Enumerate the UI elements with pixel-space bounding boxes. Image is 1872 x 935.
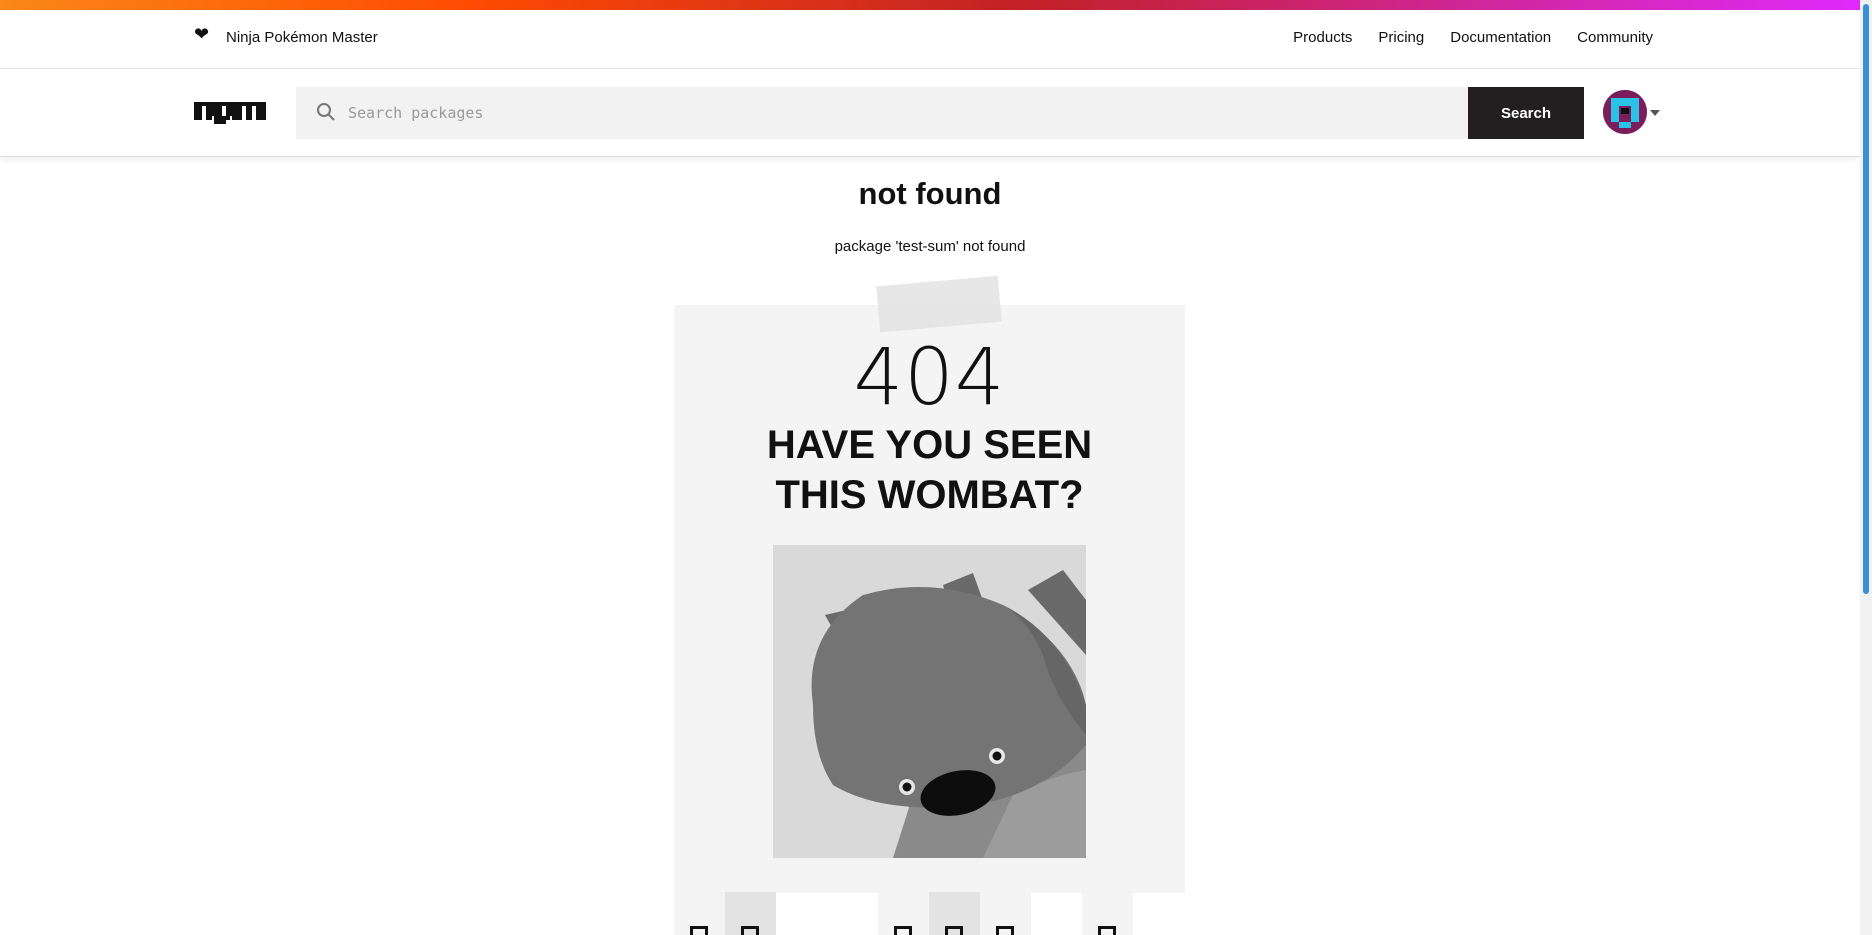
top-nav: Products Pricing Documentation Community bbox=[1293, 29, 1653, 46]
top-bar: ❤ Ninja Pokémon Master Products Pricing … bbox=[0, 10, 1860, 69]
nav-documentation-link[interactable]: Documentation bbox=[1450, 29, 1551, 46]
chevron-down-icon[interactable] bbox=[1650, 110, 1660, 116]
tear-tab bbox=[878, 892, 929, 935]
scrollbar[interactable] bbox=[1860, 0, 1872, 935]
tear-tab bbox=[1082, 892, 1133, 935]
search-icon bbox=[316, 102, 336, 127]
error-code: 404 bbox=[853, 333, 1006, 423]
user-avatar[interactable] bbox=[1603, 90, 1647, 134]
search-button[interactable]: Search bbox=[1468, 87, 1584, 139]
nav-community-link[interactable]: Community bbox=[1577, 29, 1653, 46]
npm-logo[interactable] bbox=[194, 102, 266, 129]
poster-headline: HAVE YOU SEEN THIS WOMBAT? bbox=[674, 420, 1185, 520]
nav-pricing-link[interactable]: Pricing bbox=[1378, 29, 1424, 46]
tear-tab bbox=[674, 892, 725, 935]
error-message: package 'test-sum' not found bbox=[834, 238, 1026, 255]
tear-tab bbox=[929, 892, 980, 935]
wombat-illustration bbox=[773, 545, 1086, 858]
search-input[interactable] bbox=[348, 87, 1448, 139]
tear-tab bbox=[980, 892, 1031, 935]
search-field bbox=[296, 87, 1469, 139]
brand-gradient-bar bbox=[0, 0, 1872, 10]
search-header: Search bbox=[0, 70, 1860, 157]
tear-tab bbox=[725, 892, 776, 935]
poster-tear-tabs bbox=[674, 892, 1185, 935]
scrollbar-thumb[interactable] bbox=[1863, 4, 1869, 594]
tagline: Ninja Pokémon Master bbox=[226, 29, 378, 46]
poster-headline-line2: THIS WOMBAT? bbox=[775, 473, 1084, 517]
nav-products-link[interactable]: Products bbox=[1293, 29, 1352, 46]
heart-icon: ❤ bbox=[194, 24, 210, 45]
page-title: not found bbox=[858, 176, 1002, 211]
poster-headline-line1: HAVE YOU SEEN bbox=[766, 423, 1093, 467]
